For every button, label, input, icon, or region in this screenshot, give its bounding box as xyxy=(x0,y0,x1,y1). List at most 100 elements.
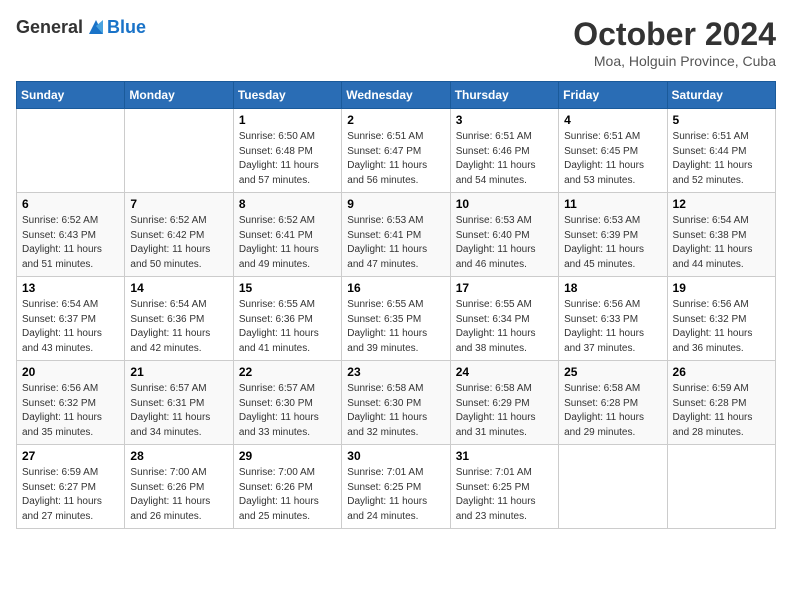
day-info: Sunrise: 6:53 AM Sunset: 6:41 PM Dayligh… xyxy=(347,214,444,272)
day-info: Sunrise: 7:01 AM Sunset: 6:25 PM Dayligh… xyxy=(347,466,444,524)
day-number: 3 xyxy=(456,113,553,127)
day-info: Sunrise: 6:57 AM Sunset: 6:30 PM Dayligh… xyxy=(239,382,336,440)
day-number: 28 xyxy=(130,449,227,463)
calendar-cell: 25 Sunrise: 6:58 AM Sunset: 6:28 PM Dayli… xyxy=(559,361,667,445)
calendar-cell: 20Sunrise: 6:56 AM Sunset: 6:32 PM Dayli… xyxy=(17,361,125,445)
day-number: 27 xyxy=(22,449,119,463)
day-info: Sunrise: 6:55 AM Sunset: 6:35 PM Dayligh… xyxy=(347,298,444,356)
day-info: Sunrise: 6:58 AM Sunset: 6:28 PM Dayligh… xyxy=(564,382,661,440)
calendar-cell: 24 Sunrise: 6:58 AM Sunset: 6:29 PM Dayli… xyxy=(450,361,558,445)
day-info: Sunrise: 6:51 AM Sunset: 6:45 PM Dayligh… xyxy=(564,130,661,188)
day-info: Sunrise: 6:51 AM Sunset: 6:44 PM Dayligh… xyxy=(673,130,770,188)
calendar-cell: 10 Sunrise: 6:53 AM Sunset: 6:40 PM Dayli… xyxy=(450,193,558,277)
day-number: 25 xyxy=(564,365,661,379)
day-header-thursday: Thursday xyxy=(450,82,558,109)
day-number: 15 xyxy=(239,281,336,295)
day-number: 24 xyxy=(456,365,553,379)
calendar-cell: 17Sunrise: 6:55 AM Sunset: 6:34 PM Dayli… xyxy=(450,277,558,361)
day-info: Sunrise: 6:58 AM Sunset: 6:29 PM Dayligh… xyxy=(456,382,553,440)
day-number: 21 xyxy=(130,365,227,379)
day-number: 10 xyxy=(456,197,553,211)
calendar-cell: 23 Sunrise: 6:58 AM Sunset: 6:30 PM Dayli… xyxy=(342,361,450,445)
day-info: Sunrise: 6:54 AM Sunset: 6:36 PM Dayligh… xyxy=(130,298,227,356)
day-number: 2 xyxy=(347,113,444,127)
title-block: October 2024 Moa, Holguin Province, Cuba xyxy=(573,16,776,69)
calendar-cell: 31Sunrise: 7:01 AM Sunset: 6:25 PM Dayli… xyxy=(450,445,558,529)
day-info: Sunrise: 7:01 AM Sunset: 6:25 PM Dayligh… xyxy=(456,466,553,524)
calendar-cell: 1 Sunrise: 6:50 AM Sunset: 6:48 PM Daylig… xyxy=(233,109,341,193)
calendar-week-row: 6 Sunrise: 6:52 AM Sunset: 6:43 PM Daylig… xyxy=(17,193,776,277)
day-number: 23 xyxy=(347,365,444,379)
calendar-week-row: 27Sunrise: 6:59 AM Sunset: 6:27 PM Dayli… xyxy=(17,445,776,529)
calendar-cell xyxy=(17,109,125,193)
day-header-tuesday: Tuesday xyxy=(233,82,341,109)
day-number: 16 xyxy=(347,281,444,295)
page-header: General Blue October 2024 Moa, Holguin P… xyxy=(16,16,776,69)
day-info: Sunrise: 6:52 AM Sunset: 6:41 PM Dayligh… xyxy=(239,214,336,272)
calendar-table: SundayMondayTuesdayWednesdayThursdayFrid… xyxy=(16,81,776,529)
day-info: Sunrise: 6:51 AM Sunset: 6:47 PM Dayligh… xyxy=(347,130,444,188)
calendar-header-row: SundayMondayTuesdayWednesdayThursdayFrid… xyxy=(17,82,776,109)
day-info: Sunrise: 6:56 AM Sunset: 6:33 PM Dayligh… xyxy=(564,298,661,356)
calendar-cell xyxy=(667,445,775,529)
calendar-cell: 5 Sunrise: 6:51 AM Sunset: 6:44 PM Daylig… xyxy=(667,109,775,193)
day-info: Sunrise: 6:58 AM Sunset: 6:30 PM Dayligh… xyxy=(347,382,444,440)
day-header-wednesday: Wednesday xyxy=(342,82,450,109)
calendar-week-row: 13Sunrise: 6:54 AM Sunset: 6:37 PM Dayli… xyxy=(17,277,776,361)
calendar-cell: 29 Sunrise: 7:00 AM Sunset: 6:26 PM Dayli… xyxy=(233,445,341,529)
calendar-cell: 12 Sunrise: 6:54 AM Sunset: 6:38 PM Dayli… xyxy=(667,193,775,277)
calendar-cell: 8 Sunrise: 6:52 AM Sunset: 6:41 PM Daylig… xyxy=(233,193,341,277)
day-number: 1 xyxy=(239,113,336,127)
day-info: Sunrise: 6:57 AM Sunset: 6:31 PM Dayligh… xyxy=(130,382,227,440)
day-info: Sunrise: 7:00 AM Sunset: 6:26 PM Dayligh… xyxy=(239,466,336,524)
day-info: Sunrise: 6:52 AM Sunset: 6:42 PM Dayligh… xyxy=(130,214,227,272)
day-info: Sunrise: 6:59 AM Sunset: 6:28 PM Dayligh… xyxy=(673,382,770,440)
calendar-cell: 15 Sunrise: 6:55 AM Sunset: 6:36 PM Dayli… xyxy=(233,277,341,361)
day-info: Sunrise: 6:52 AM Sunset: 6:43 PM Dayligh… xyxy=(22,214,119,272)
calendar-cell: 2 Sunrise: 6:51 AM Sunset: 6:47 PM Daylig… xyxy=(342,109,450,193)
calendar-cell: 16 Sunrise: 6:55 AM Sunset: 6:35 PM Dayli… xyxy=(342,277,450,361)
calendar-cell: 6 Sunrise: 6:52 AM Sunset: 6:43 PM Daylig… xyxy=(17,193,125,277)
calendar-cell: 11 Sunrise: 6:53 AM Sunset: 6:39 PM Dayli… xyxy=(559,193,667,277)
calendar-week-row: 20Sunrise: 6:56 AM Sunset: 6:32 PM Dayli… xyxy=(17,361,776,445)
calendar-cell: 30 Sunrise: 7:01 AM Sunset: 6:25 PM Dayli… xyxy=(342,445,450,529)
day-number: 30 xyxy=(347,449,444,463)
day-number: 29 xyxy=(239,449,336,463)
day-info: Sunrise: 6:55 AM Sunset: 6:36 PM Dayligh… xyxy=(239,298,336,356)
day-number: 9 xyxy=(347,197,444,211)
day-info: Sunrise: 6:51 AM Sunset: 6:46 PM Dayligh… xyxy=(456,130,553,188)
day-info: Sunrise: 6:50 AM Sunset: 6:48 PM Dayligh… xyxy=(239,130,336,188)
calendar-cell: 13Sunrise: 6:54 AM Sunset: 6:37 PM Dayli… xyxy=(17,277,125,361)
calendar-cell: 19 Sunrise: 6:56 AM Sunset: 6:32 PM Dayli… xyxy=(667,277,775,361)
month-title: October 2024 xyxy=(573,16,776,53)
day-info: Sunrise: 6:56 AM Sunset: 6:32 PM Dayligh… xyxy=(673,298,770,356)
day-info: Sunrise: 6:53 AM Sunset: 6:40 PM Dayligh… xyxy=(456,214,553,272)
day-number: 11 xyxy=(564,197,661,211)
calendar-cell: 28Sunrise: 7:00 AM Sunset: 6:26 PM Dayli… xyxy=(125,445,233,529)
day-number: 5 xyxy=(673,113,770,127)
calendar-cell: 14Sunrise: 6:54 AM Sunset: 6:36 PM Dayli… xyxy=(125,277,233,361)
calendar-cell xyxy=(125,109,233,193)
day-number: 12 xyxy=(673,197,770,211)
calendar-cell: 7Sunrise: 6:52 AM Sunset: 6:42 PM Daylig… xyxy=(125,193,233,277)
calendar-cell: 22Sunrise: 6:57 AM Sunset: 6:30 PM Dayli… xyxy=(233,361,341,445)
day-number: 18 xyxy=(564,281,661,295)
day-header-monday: Monday xyxy=(125,82,233,109)
day-info: Sunrise: 6:54 AM Sunset: 6:38 PM Dayligh… xyxy=(673,214,770,272)
day-number: 6 xyxy=(22,197,119,211)
calendar-cell: 26Sunrise: 6:59 AM Sunset: 6:28 PM Dayli… xyxy=(667,361,775,445)
day-number: 19 xyxy=(673,281,770,295)
day-info: Sunrise: 6:53 AM Sunset: 6:39 PM Dayligh… xyxy=(564,214,661,272)
day-info: Sunrise: 6:55 AM Sunset: 6:34 PM Dayligh… xyxy=(456,298,553,356)
day-header-friday: Friday xyxy=(559,82,667,109)
logo-blue: Blue xyxy=(107,17,146,38)
calendar-cell: 18 Sunrise: 6:56 AM Sunset: 6:33 PM Dayli… xyxy=(559,277,667,361)
logo: General Blue xyxy=(16,16,146,38)
logo-icon xyxy=(85,16,107,38)
day-number: 13 xyxy=(22,281,119,295)
calendar-week-row: 1 Sunrise: 6:50 AM Sunset: 6:48 PM Daylig… xyxy=(17,109,776,193)
calendar-cell: 4Sunrise: 6:51 AM Sunset: 6:45 PM Daylig… xyxy=(559,109,667,193)
calendar-cell xyxy=(559,445,667,529)
logo-general: General xyxy=(16,17,83,38)
day-number: 8 xyxy=(239,197,336,211)
